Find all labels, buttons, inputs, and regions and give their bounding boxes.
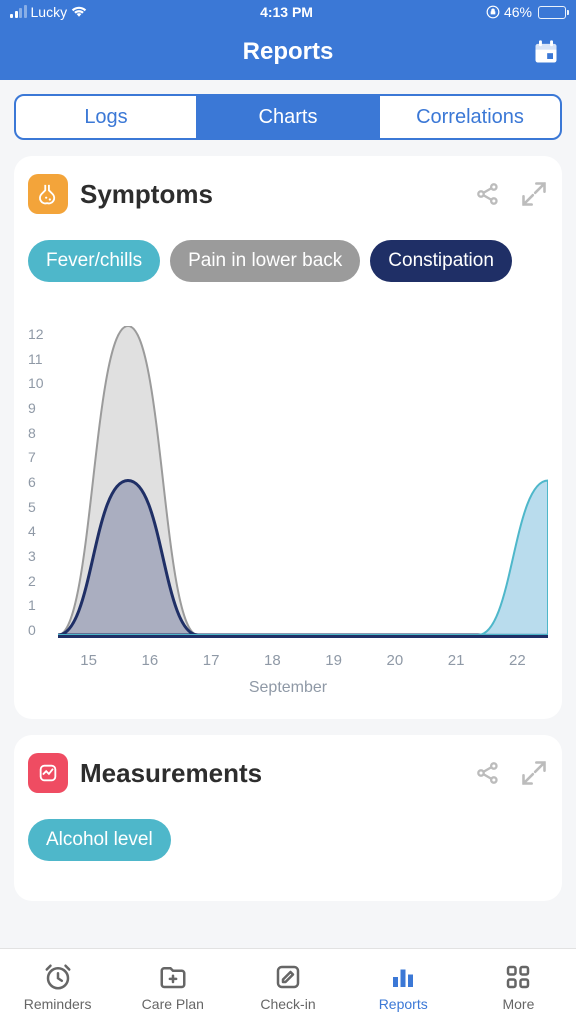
segment-control: Logs Charts Correlations bbox=[14, 94, 562, 140]
folder-plus-icon bbox=[158, 962, 188, 992]
chart-x-axis: 1516171819202122 bbox=[58, 652, 548, 669]
content-scroll[interactable]: Logs Charts Correlations Symptoms Fever/… bbox=[0, 80, 576, 948]
calendar-icon bbox=[532, 38, 560, 66]
chip-alcohol-level[interactable]: Alcohol level bbox=[28, 819, 171, 861]
tab-care-plan[interactable]: Care Plan bbox=[115, 949, 230, 1024]
expand-button[interactable] bbox=[520, 180, 548, 208]
tab-reminders[interactable]: Reminders bbox=[0, 949, 115, 1024]
wifi-icon bbox=[71, 6, 87, 18]
chip-fever-chills[interactable]: Fever/chills bbox=[28, 240, 160, 282]
symptoms-card: Symptoms Fever/chills Pain in lower back… bbox=[14, 156, 562, 719]
status-time: 4:13 PM bbox=[87, 4, 486, 20]
expand-icon bbox=[520, 759, 548, 787]
symptoms-icon bbox=[28, 174, 68, 214]
measurements-icon bbox=[28, 753, 68, 793]
lock-rotation-icon bbox=[486, 5, 500, 19]
carrier-label: Lucky bbox=[31, 4, 68, 20]
measurements-title: Measurements bbox=[80, 758, 462, 789]
expand-icon bbox=[520, 180, 548, 208]
grid-icon bbox=[503, 962, 533, 992]
symptoms-title: Symptoms bbox=[80, 179, 462, 210]
tab-label: Reports bbox=[379, 996, 428, 1012]
share-button-2[interactable] bbox=[474, 759, 502, 787]
app-header: Reports bbox=[0, 24, 576, 80]
clock-icon bbox=[43, 962, 73, 992]
segment-charts[interactable]: Charts bbox=[196, 96, 378, 138]
tab-reports[interactable]: Reports bbox=[346, 949, 461, 1024]
bar-chart-icon bbox=[388, 962, 418, 992]
tab-check-in[interactable]: Check-in bbox=[230, 949, 345, 1024]
chart-x-label: September bbox=[28, 679, 548, 697]
tab-label: Reminders bbox=[24, 996, 92, 1012]
battery-icon bbox=[538, 6, 566, 19]
status-bar: Lucky 4:13 PM 46% bbox=[0, 0, 576, 24]
segment-correlations[interactable]: Correlations bbox=[378, 96, 560, 138]
share-icon bbox=[474, 180, 502, 208]
tab-bar: Reminders Care Plan Check-in Reports Mor… bbox=[0, 948, 576, 1024]
calendar-button[interactable] bbox=[532, 38, 560, 66]
symptoms-chart: 1211109876543210 bbox=[28, 326, 548, 638]
chip-constipation[interactable]: Constipation bbox=[370, 240, 512, 282]
chip-pain-lower-back[interactable]: Pain in lower back bbox=[170, 240, 360, 282]
tab-more[interactable]: More bbox=[461, 949, 576, 1024]
edit-icon bbox=[273, 962, 303, 992]
expand-button-2[interactable] bbox=[520, 759, 548, 787]
signal-icon bbox=[10, 6, 27, 18]
battery-pct: 46% bbox=[504, 4, 532, 20]
segment-logs[interactable]: Logs bbox=[16, 96, 196, 138]
measurements-card: Measurements Alcohol level bbox=[14, 735, 562, 901]
share-button[interactable] bbox=[474, 180, 502, 208]
tab-label: More bbox=[502, 996, 534, 1012]
chart-plot bbox=[58, 326, 548, 638]
page-title: Reports bbox=[243, 38, 334, 66]
tab-label: Care Plan bbox=[142, 996, 204, 1012]
tab-label: Check-in bbox=[260, 996, 315, 1012]
share-icon bbox=[474, 759, 502, 787]
